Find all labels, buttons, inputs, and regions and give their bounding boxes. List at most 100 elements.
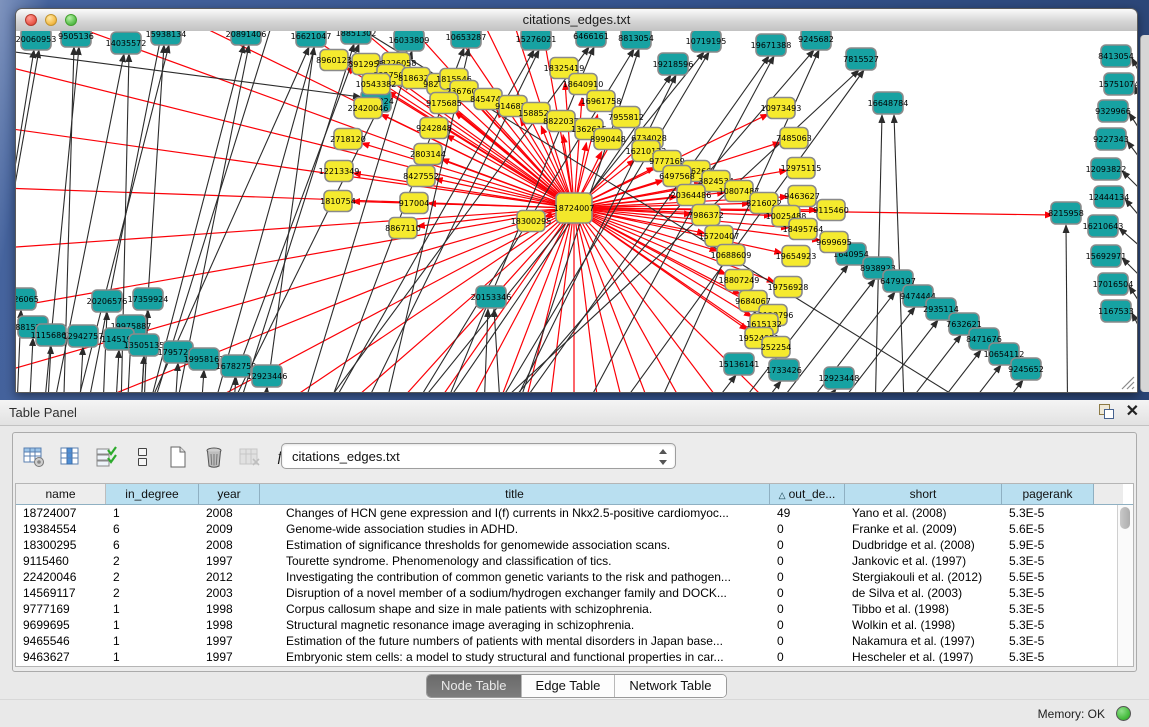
window-resize-grip[interactable] [1119,374,1135,390]
graph-edge[interactable] [16,47,361,97]
table-row[interactable]: 946554611997Estimation of the future num… [16,633,1133,649]
graph-edge[interactable] [172,363,178,392]
graph-edge[interactable] [193,44,359,392]
graph-node-label: 20206576 [87,297,128,306]
graph-edge[interactable] [1122,171,1137,191]
table-row[interactable]: 1830029562008Estimation of significance … [16,537,1133,553]
table-settings-icon[interactable] [21,444,47,470]
table-cell: 5.3E-5 [1002,617,1094,633]
graph-node-label: 18325419 [544,64,585,73]
column-header-out_de[interactable]: △out_de... [770,484,845,504]
delete-column-icon-disabled [237,444,263,470]
graph-edge[interactable] [574,208,1137,392]
graph-edge[interactable] [253,47,314,392]
table-row[interactable]: 1938455462009Genome-wide association stu… [16,521,1133,537]
graph-node-label: 9329966 [1095,107,1131,116]
table-cell: 2009 [199,521,260,537]
table-row[interactable]: 2242004622012Investigating the contribut… [16,569,1133,585]
graph-edge[interactable] [1119,228,1137,248]
graph-node-label: 252254 [761,343,792,352]
tab-edge-table[interactable]: Edge Table [522,675,616,697]
table-row[interactable]: 1456911722003Disruption of a novel membe… [16,585,1133,601]
table-row[interactable]: 969969511998Structural magnetic resonanc… [16,617,1133,633]
graph-node-label: 17016504 [1093,280,1134,289]
check-rows-icon[interactable] [93,444,119,470]
table-cell: 14569117 [16,585,106,601]
graph-edge[interactable] [1127,141,1137,161]
tab-node-table[interactable]: Node Table [427,675,522,697]
graph-edge[interactable] [574,208,1137,392]
delete-table-icon[interactable] [201,444,227,470]
graph-edge[interactable] [160,45,249,392]
table-cell: 5.6E-5 [1002,521,1094,537]
table-row[interactable]: 1872400712008Changes of HCN gene express… [16,505,1133,521]
graph-edge[interactable] [1129,113,1137,133]
graph-edge[interactable] [138,356,144,392]
graph-edge[interactable] [852,335,961,392]
status-bar: Memory: OK [0,699,1149,727]
table-cell: Corpus callosum shape and size in male p… [260,601,770,617]
table-panel-title: Table Panel [9,405,77,420]
column-header-title[interactable]: title [260,484,770,504]
graph-node-label: 2526065 [16,295,39,304]
graph-node-label: 15720407 [699,232,740,241]
graph-edge[interactable] [1066,225,1068,392]
table-cell: 0 [770,521,845,537]
graph-edge[interactable] [914,380,1023,392]
column-header-short[interactable]: short [845,484,1002,504]
table-row[interactable]: 911546021997Tourette syndrome. Phenomeno… [16,553,1133,569]
graph-node-label: 9115460 [813,206,849,215]
table-cell: Jankovic et al. (1997) [845,553,1002,569]
network-window-titlebar[interactable]: citations_edges.txt [16,9,1137,32]
split-rows-icon[interactable] [129,444,155,470]
graph-edge[interactable] [574,208,1137,392]
network-desktop: citations_edges.txt 20060953950513614035… [0,0,1149,400]
background-panel-edge [1140,35,1149,392]
graph-edge[interactable] [872,350,981,392]
select-column-icon[interactable] [57,444,83,470]
table-cell: 9699695 [16,617,106,633]
node-table: namein_degreeyeartitle△out_de...shortpag… [15,483,1134,667]
table-cell: 0 [770,553,845,569]
graph-edge[interactable] [1132,313,1137,333]
tab-network-table[interactable]: Network Table [615,675,725,697]
graph-node-label: 18807249 [719,276,760,285]
column-header-year[interactable]: year [199,484,260,504]
float-panel-icon[interactable] [1099,404,1114,419]
table-row[interactable]: 946362711997Embryonic stem cells: a mode… [16,649,1133,665]
graph-edge[interactable] [198,370,204,392]
table-vertical-scrollbar[interactable] [1117,505,1133,666]
scrollbar-thumb[interactable] [1120,507,1130,529]
table-selector-dropdown[interactable]: citations_edges.txt [281,443,676,469]
graph-edge[interactable] [1125,199,1137,219]
graph-edge[interactable] [1135,86,1137,106]
graph-node-label: 20060953 [16,35,56,44]
close-panel-icon[interactable]: ✕ [1126,404,1139,419]
graph-edge[interactable] [574,208,1137,392]
table-row[interactable]: 977716911998Corpus callosum shape and si… [16,601,1133,617]
graph-edge[interactable] [113,350,119,392]
graph-node-label: 20891406 [226,31,267,39]
graph-edge[interactable] [16,50,34,392]
column-header-name[interactable]: name [16,484,106,504]
table-toolbar: f(x) [21,440,299,474]
table-cell: 0 [770,537,845,553]
graph-node-label: 8427552 [403,172,439,181]
table-body: 1872400712008Changes of HCN gene express… [16,505,1133,665]
column-header-in_degree[interactable]: in_degree [106,484,199,504]
table-cell: 1 [106,649,199,665]
network-canvas[interactable]: 2006095395051361403557215938134208914061… [16,31,1137,392]
table-cell: 5.3E-5 [1002,633,1094,649]
graph-edge[interactable] [892,365,1001,392]
graph-node-label: 9245652 [1008,365,1044,374]
table-cell: 49 [770,505,845,521]
graph-node-label: 7955812 [608,113,644,122]
table-cell: 5.3E-5 [1002,505,1094,521]
graph-edge[interactable] [894,115,906,392]
table-cell: 2008 [199,537,260,553]
column-header-pagerank[interactable]: pagerank [1002,484,1094,504]
graph-node-label: 1167533 [1098,307,1134,316]
dropdown-spinner-icon [658,448,668,466]
new-file-icon[interactable] [165,444,191,470]
network-window[interactable]: citations_edges.txt 20060953950513614035… [15,8,1138,393]
